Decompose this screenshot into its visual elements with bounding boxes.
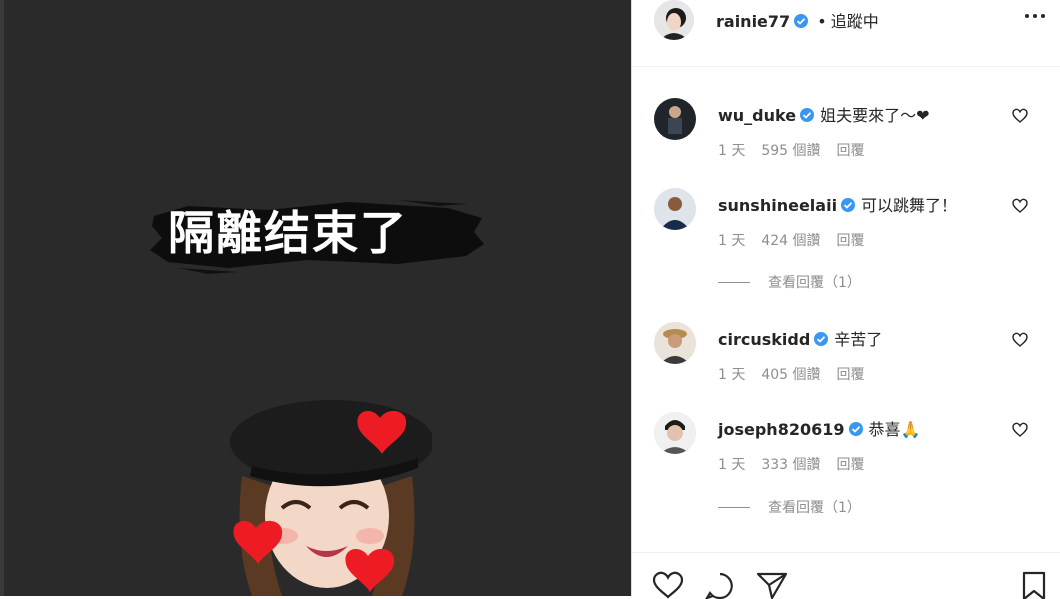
user-avatar-image xyxy=(654,0,694,40)
post-header: rainie77 • 追蹤中 xyxy=(632,0,1060,67)
commenter-username[interactable]: wu_duke xyxy=(718,106,796,125)
verified-badge-icon xyxy=(848,422,863,436)
heart-icon[interactable] xyxy=(652,571,684,599)
comment-text: 辛苦了 xyxy=(834,330,883,349)
view-replies-label: 查看回覆（1） xyxy=(768,275,861,291)
header-line: rainie77 • 追蹤中 xyxy=(716,8,879,32)
reply-button[interactable]: 回覆 xyxy=(837,457,865,473)
reply-button[interactable]: 回覆 xyxy=(837,233,865,249)
comment-like-heart-icon[interactable] xyxy=(1012,108,1028,123)
comment-time: 1 天 xyxy=(718,457,746,473)
comment-text: 恭喜🙏 xyxy=(868,420,921,439)
avatar-icon[interactable] xyxy=(654,0,694,40)
view-replies-button[interactable]: 查看回覆（1） xyxy=(718,497,861,517)
verified-badge-icon xyxy=(800,108,815,122)
post-media[interactable]: 隔離结束了 xyxy=(0,0,631,596)
follow-status-button[interactable]: 追蹤中 xyxy=(831,12,879,31)
commenter-avatar-icon[interactable] xyxy=(654,98,696,140)
bookmark-icon[interactable] xyxy=(1020,571,1048,599)
verified-badge-icon xyxy=(794,14,809,28)
commenter-avatar-icon[interactable] xyxy=(654,322,696,364)
verified-badge-icon xyxy=(841,198,856,212)
separator-dot: • xyxy=(817,12,827,31)
comment-text: 姐夫要來了～❤ xyxy=(820,106,930,125)
replies-divider xyxy=(718,282,750,283)
comment-icon[interactable] xyxy=(704,571,736,599)
view-replies-label: 查看回覆（1） xyxy=(768,500,861,516)
comment-likes[interactable]: 424 個讚 xyxy=(761,233,820,249)
comment-text: 可以跳舞了！ xyxy=(861,196,958,215)
more-options-icon[interactable] xyxy=(1024,8,1046,24)
media-caption: 隔離结束了 xyxy=(168,206,408,260)
reply-button[interactable]: 回覆 xyxy=(837,143,865,159)
comments-panel: rainie77 • 追蹤中 wu_duke 姐夫要來了～❤ 1 天 595 個讚 回覆… xyxy=(631,0,1060,599)
commenter-username[interactable]: sunshineelaii xyxy=(718,196,837,215)
comment-time: 1 天 xyxy=(718,233,746,249)
replies-divider xyxy=(718,507,750,508)
comment-time: 1 天 xyxy=(718,367,746,383)
comment-like-heart-icon[interactable] xyxy=(1012,422,1028,437)
reply-button[interactable]: 回覆 xyxy=(837,367,865,383)
commenter-avatar-icon[interactable] xyxy=(654,412,696,454)
share-icon[interactable] xyxy=(756,571,788,599)
post-author-username[interactable]: rainie77 xyxy=(716,12,790,31)
memoji-sticker-icon xyxy=(230,400,432,596)
commenter-username[interactable]: circuskidd xyxy=(718,330,810,349)
comment-like-heart-icon[interactable] xyxy=(1012,198,1028,213)
media-edge xyxy=(0,0,4,596)
view-replies-button[interactable]: 查看回覆（1） xyxy=(718,272,861,292)
comment-likes[interactable]: 405 個讚 xyxy=(761,367,820,383)
comment-likes[interactable]: 333 個讚 xyxy=(761,457,820,473)
verified-badge-icon xyxy=(814,332,829,346)
comment-time: 1 天 xyxy=(718,143,746,159)
comment-likes[interactable]: 595 個讚 xyxy=(761,143,820,159)
commenter-avatar-icon[interactable] xyxy=(654,188,696,230)
post-action-bar xyxy=(632,552,1060,599)
commenter-username[interactable]: joseph820619 xyxy=(718,420,845,439)
comment-like-heart-icon[interactable] xyxy=(1012,332,1028,347)
